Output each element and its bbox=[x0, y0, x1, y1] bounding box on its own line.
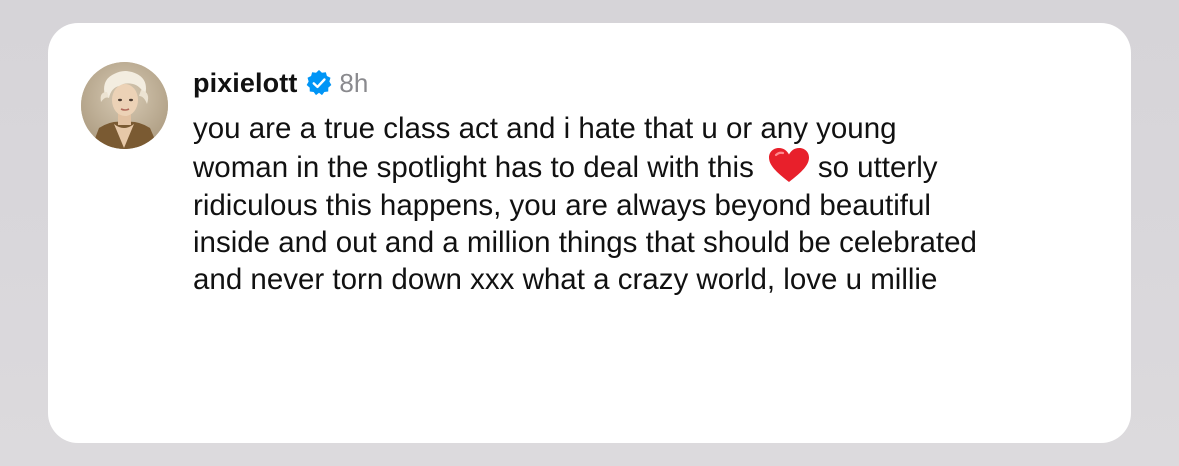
username[interactable]: pixielott bbox=[193, 68, 297, 99]
comment-text: you are a true class act and i hate that… bbox=[193, 110, 983, 298]
avatar-image bbox=[81, 62, 168, 149]
comment-header: pixielott 8h bbox=[193, 65, 1093, 101]
timestamp: 8h bbox=[339, 67, 369, 98]
avatar[interactable] bbox=[81, 62, 168, 149]
comment-card: pixielott 8h you are a true class act an… bbox=[48, 23, 1131, 443]
comment-content: pixielott 8h you are a true class act an… bbox=[193, 65, 1093, 298]
verified-badge-icon bbox=[305, 69, 333, 97]
heart-emoji-icon bbox=[768, 147, 810, 184]
